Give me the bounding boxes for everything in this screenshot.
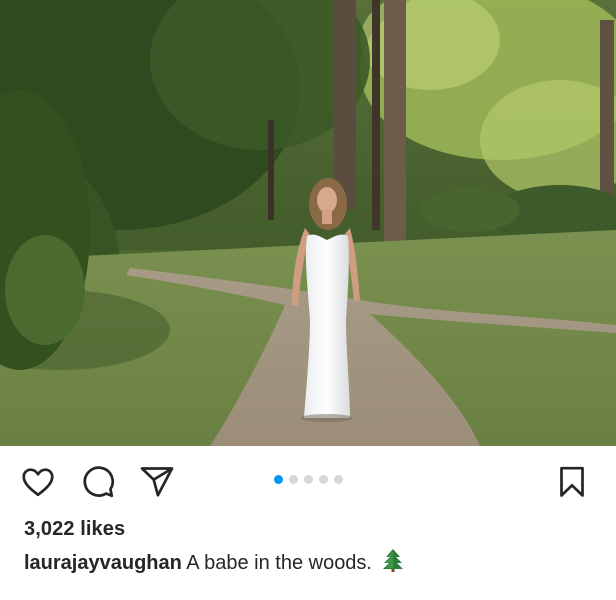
share-button[interactable] xyxy=(139,464,175,500)
post-caption: laurajayvaughan A babe in the woods. xyxy=(24,548,404,578)
paper-plane-icon xyxy=(140,467,174,497)
evergreen-tree-icon xyxy=(382,548,404,578)
instagram-post: 3,022 likes laurajayvaughan A babe in th… xyxy=(0,0,616,600)
action-bar xyxy=(0,446,616,518)
caption-text: A babe in the woods. xyxy=(186,552,372,574)
heart-outline-icon xyxy=(22,468,54,497)
forest-scene-image xyxy=(0,0,616,446)
caption-username[interactable]: laurajayvaughan xyxy=(24,552,182,574)
bookmark-outline-icon xyxy=(560,466,584,497)
post-photo[interactable] xyxy=(0,0,616,446)
comment-button[interactable] xyxy=(80,464,116,500)
carousel-dot xyxy=(304,475,313,484)
carousel-dot xyxy=(289,475,298,484)
carousel-dot-active xyxy=(274,475,283,484)
like-button[interactable] xyxy=(20,464,56,500)
carousel-indicator xyxy=(274,475,343,484)
carousel-dot xyxy=(334,475,343,484)
speech-bubble-icon xyxy=(83,466,115,498)
likes-count[interactable]: 3,022 likes xyxy=(24,518,125,541)
save-button[interactable] xyxy=(554,464,590,500)
carousel-dot xyxy=(319,475,328,484)
